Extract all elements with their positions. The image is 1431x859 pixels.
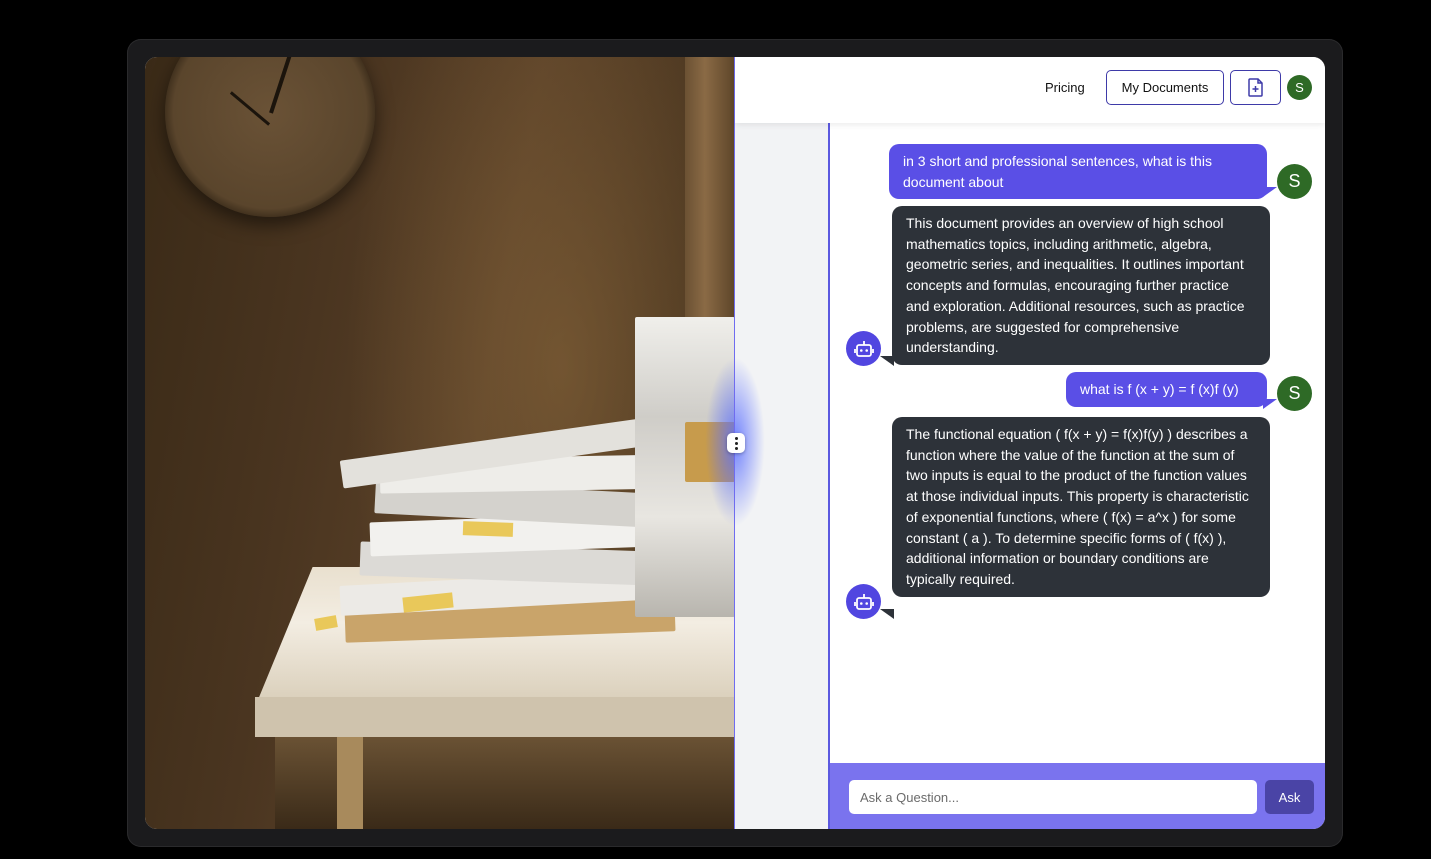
resize-handle[interactable] (727, 433, 745, 453)
user-message: in 3 short and professional sentences, w… (889, 144, 1267, 200)
ask-button[interactable]: Ask (1265, 780, 1314, 814)
robot-icon (853, 593, 874, 610)
wall-clock-image (165, 57, 375, 217)
user-avatar[interactable]: S (1287, 75, 1312, 100)
bot-avatar (846, 584, 881, 619)
user-avatar-chat: S (1277, 376, 1312, 411)
message-text: The functional equation ( f(x + y) = f(x… (906, 426, 1249, 587)
bot-avatar (846, 331, 881, 366)
my-documents-button[interactable]: My Documents (1106, 70, 1224, 105)
new-document-button[interactable] (1230, 70, 1281, 105)
message-text: in 3 short and professional sentences, w… (903, 153, 1212, 190)
robot-icon (853, 340, 874, 357)
file-plus-icon (1247, 78, 1263, 97)
composer-bar: Ask (828, 763, 1325, 829)
top-nav: Pricing My Documents S (735, 57, 1325, 123)
question-input[interactable] (849, 780, 1257, 814)
hero-photo-paper-stacks (145, 57, 735, 829)
app-screen: Pricing My Documents S in 3 short and pr… (145, 57, 1325, 829)
bot-message: This document provides an overview of hi… (892, 206, 1270, 365)
message-text: This document provides an overview of hi… (906, 215, 1245, 356)
user-avatar-chat: S (1277, 164, 1312, 199)
bot-message: The functional equation ( f(x + y) = f(x… (892, 417, 1270, 597)
user-message: what is f (x + y) = f (x)f (y) (1066, 372, 1267, 407)
chat-thread: in 3 short and professional sentences, w… (828, 123, 1325, 763)
message-text: what is f (x + y) = f (x)f (y) (1080, 381, 1239, 397)
pricing-link[interactable]: Pricing (1045, 80, 1085, 95)
